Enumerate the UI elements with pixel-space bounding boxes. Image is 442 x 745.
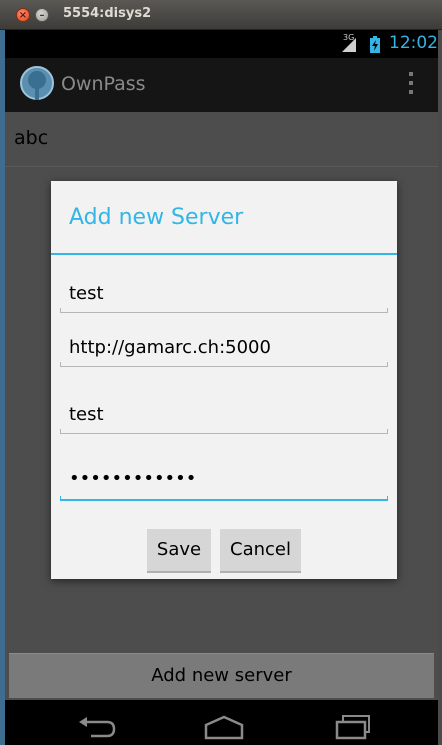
field-underline-focused (60, 496, 388, 501)
battery-icon (370, 36, 380, 53)
cancel-button[interactable]: Cancel (220, 529, 301, 573)
window-title: 5554:disys2 (63, 6, 152, 21)
dialog-title-divider (51, 253, 397, 255)
status-clock: 12:02 (389, 33, 438, 53)
home-icon[interactable] (202, 714, 246, 740)
window-titlebar: × – 5554:disys2 (0, 0, 442, 30)
recents-icon[interactable] (333, 714, 373, 740)
list-item-label: abc (14, 127, 49, 149)
overflow-menu-icon[interactable] (405, 72, 417, 98)
username-field[interactable]: test (60, 400, 388, 434)
action-bar: OwnPass (5, 58, 438, 112)
window-minimize-button[interactable]: – (35, 8, 49, 22)
server-url-value: http://gamarc.ch:5000 (69, 337, 271, 358)
field-underline (60, 308, 388, 313)
back-icon[interactable] (77, 714, 117, 740)
device-screen: 3G 12:02 OwnPass abc Add new server Add … (5, 30, 438, 745)
password-value: •••••••••••• (69, 468, 197, 489)
app-tree-icon[interactable] (19, 66, 55, 104)
username-value: test (69, 404, 104, 425)
server-url-field[interactable]: http://gamarc.ch:5000 (60, 333, 388, 367)
list-item[interactable]: abc (5, 112, 438, 167)
status-bar: 3G 12:02 (5, 30, 438, 58)
add-new-server-button[interactable]: Add new server (9, 653, 434, 698)
field-underline (60, 362, 388, 367)
password-field[interactable]: •••••••••••• (60, 467, 388, 501)
server-name-value: test (69, 283, 104, 304)
navigation-bar (5, 700, 438, 745)
window-close-button[interactable]: × (16, 8, 30, 22)
field-underline (60, 429, 388, 434)
app-title: OwnPass (61, 73, 146, 95)
save-button[interactable]: Save (147, 529, 211, 573)
server-name-field[interactable]: test (60, 279, 388, 313)
add-server-dialog: Add new Server test http://gamarc.ch:500… (51, 181, 397, 579)
add-new-server-label: Add new server (151, 665, 292, 686)
emulator-edge (438, 30, 442, 745)
dialog-title: Add new Server (69, 205, 244, 230)
signal-icon (342, 38, 356, 52)
